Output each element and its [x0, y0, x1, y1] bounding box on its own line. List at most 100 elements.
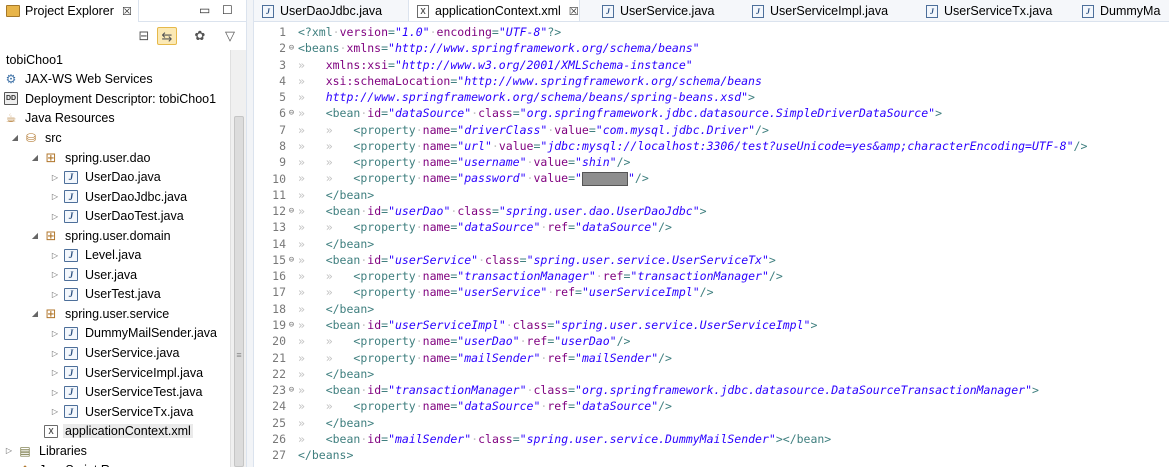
expand-icon[interactable]: ▷ — [50, 349, 60, 358]
code-line[interactable]: 8 » » <property·name="url"·value="jdbc:my… — [254, 138, 1169, 154]
focus-on-active-task-button[interactable]: ✿ — [190, 27, 210, 45]
code-line[interactable]: 13» » <property·name="dataSource"·ref="d… — [254, 219, 1169, 235]
tree-item[interactable]: ▷ J UserDaoJdbc.java — [50, 187, 189, 207]
tree-item[interactable]: ▷ J UserServiceImpl.java — [50, 363, 205, 383]
editor-tab[interactable]: J DummyMa — [1074, 0, 1160, 21]
code-token: /> — [699, 285, 714, 300]
collapse-icon[interactable]: ◢ — [30, 231, 40, 240]
expand-icon[interactable]: ▷ — [50, 368, 60, 377]
expand-icon[interactable]: ▷ — [50, 251, 60, 260]
code-line[interactable]: 21» » <property·name="mailSender"·ref="m… — [254, 349, 1169, 365]
code-line[interactable]: 3 » xmlns:xsi="http://www.w3.org/2001/XML… — [254, 57, 1169, 73]
code-line[interactable]: 16 » » <property·name="transactionManager… — [254, 268, 1169, 284]
fold-toggle-icon[interactable]: ⊖ — [286, 206, 297, 216]
fold-toggle-icon[interactable]: ⊖ — [286, 385, 297, 395]
expand-icon[interactable]: ▷ — [50, 173, 60, 182]
tree-item[interactable]: ◢ ⊞ spring.user.service — [30, 304, 171, 324]
tree-item[interactable]: ⚙ JAX-WS Web Services — [4, 70, 155, 90]
code-line[interactable]: 14 » </bean> — [254, 236, 1169, 252]
view-menu-button[interactable]: ▽ — [220, 27, 240, 45]
tree-item[interactable]: ▷ J UserDaoTest.java — [50, 206, 186, 226]
code-line[interactable]: 5 » http://www.springframework.org/schema… — [254, 89, 1169, 105]
tree-item[interactable]: tobiChoo1 — [4, 50, 65, 70]
code-line[interactable]: 17» » <property·name="userService"·ref="… — [254, 284, 1169, 300]
tree-item-label: Level.java — [85, 248, 142, 263]
tree-item[interactable]: DD Deployment Descriptor: tobiChoo1 — [4, 89, 218, 109]
tree-item[interactable]: ▷ J UserDao.java — [50, 167, 163, 187]
code-line[interactable]: 10» » <property·name="password"·value=" "… — [254, 170, 1169, 186]
close-icon[interactable]: ☒ — [122, 5, 132, 18]
collapse-icon[interactable]: ◢ — [30, 153, 40, 162]
code-editor[interactable]: 1 <?xml·version="1.0"·encoding="UTF-8"?> 2… — [254, 24, 1169, 467]
fold-toggle-icon[interactable]: ⊖ — [286, 43, 297, 53]
tree-item[interactable]: ◢ ⊞ spring.user.dao — [30, 148, 152, 168]
fold-toggle-icon[interactable]: ⊖ — [286, 255, 297, 265]
code-line[interactable]: 4 » xsi:schemaLocation="http://www.spring… — [254, 73, 1169, 89]
collapse-icon[interactable]: ◢ — [10, 133, 20, 142]
code-token: = — [519, 252, 527, 267]
code-token: > — [699, 204, 707, 219]
code-token: "spring.user.service.DummyMailSender" — [519, 431, 776, 446]
tab-project-explorer[interactable]: Project Explorer ☒ — [0, 0, 139, 22]
tree-item[interactable]: ☕ Java Resources — [4, 109, 117, 129]
expand-icon[interactable]: ▷ — [50, 212, 60, 221]
tree-item[interactable]: XapplicationContext.xml — [30, 421, 193, 441]
close-icon[interactable]: ☒ — [569, 5, 579, 18]
code-token: · — [415, 220, 423, 235]
code-line[interactable]: 27 </beans> — [254, 447, 1169, 463]
code-line[interactable]: 7» » <property·name="driverClass"·value=… — [254, 122, 1169, 138]
editor-tab[interactable]: J UserDaoJdbc.java — [254, 0, 382, 21]
tree-item[interactable]: ▷ J UserServiceTx.java — [50, 402, 195, 422]
code-line[interactable]: 22 » </bean> — [254, 366, 1169, 382]
maximize-view-button[interactable]: ☐ — [222, 3, 233, 17]
panel-sash[interactable] — [246, 0, 254, 467]
code-line[interactable]: 15 ⊖» <bean·id="userService"·class="sprin… — [254, 252, 1169, 268]
explorer-scrollbar[interactable]: ≡ — [230, 50, 246, 467]
code-token: "com.mysql.jdbc.Driver" — [595, 122, 756, 137]
code-line[interactable]: 1 <?xml·version="1.0"·encoding="UTF-8"?> — [254, 24, 1169, 40]
expand-icon[interactable]: ▷ — [50, 290, 60, 299]
fold-toggle-icon[interactable]: ⊖ — [286, 108, 297, 118]
tree-item[interactable]: ▷ J Level.java — [50, 246, 143, 266]
code-line[interactable]: 20 » » <property·name="userDao"·ref="user… — [254, 333, 1169, 349]
tree-item[interactable]: ▷ J UserService.java — [50, 343, 181, 363]
code-line[interactable]: 9» » <property·name="username"·value="sh… — [254, 154, 1169, 170]
tree-item[interactable]: ▷ J UserServiceTest.java — [50, 382, 204, 402]
tree-item[interactable]: ◢ ⛁ src — [10, 128, 64, 148]
editor-tab[interactable]: J UserServiceImpl.java — [744, 0, 888, 21]
code-token: </bean> — [325, 366, 375, 381]
code-line[interactable]: 23 ⊖» <bean·id="transactionManager"·class… — [254, 382, 1169, 398]
editor-tab[interactable]: XapplicationContext.xml ☒ — [408, 0, 580, 21]
tree-item-label: UserServiceTx.java — [85, 404, 194, 419]
code-line[interactable]: 2 ⊖ <beans·xmlns="http://www.springframewo… — [254, 40, 1169, 56]
link-with-editor-button[interactable]: ⇆ — [157, 27, 177, 45]
code-line[interactable]: 18 » </bean> — [254, 301, 1169, 317]
expand-icon[interactable]: ▷ — [50, 270, 60, 279]
collapse-all-button[interactable]: ⊟ — [134, 27, 154, 45]
expand-icon[interactable]: ▷ — [50, 388, 60, 397]
fold-toggle-icon[interactable]: ⊖ — [286, 320, 297, 330]
code-token: = — [491, 25, 499, 40]
minimize-view-button[interactable]: ▭ — [199, 3, 210, 17]
editor-tab[interactable]: J UserService.java — [594, 0, 714, 21]
code-line[interactable]: 24» » <property·name="dataSource"·ref="d… — [254, 398, 1169, 414]
expand-icon[interactable]: ▷ — [50, 329, 60, 338]
expand-icon[interactable]: ▷ — [4, 446, 14, 455]
explorer-scrollbar-thumb[interactable] — [234, 116, 244, 467]
tree-item[interactable]: ▷ J UserTest.java — [50, 285, 163, 305]
code-line[interactable]: 26» <bean·id="mailSender"·class="spring.… — [254, 431, 1169, 447]
code-line[interactable]: 6 ⊖» <bean·id="dataSource"·class="org.spr… — [254, 105, 1169, 121]
code-line[interactable]: 12 ⊖» <bean·id="userDao"·class="spring.us… — [254, 203, 1169, 219]
tree-item[interactable]: ◢ ⊞ spring.user.domain — [30, 226, 173, 246]
expand-icon[interactable]: ▷ — [50, 192, 60, 201]
tree-item[interactable]: ▷ ▤ Libraries — [4, 441, 89, 461]
code-line[interactable]: 25 » </bean> — [254, 414, 1169, 430]
code-line[interactable]: 11 » </bean> — [254, 187, 1169, 203]
collapse-icon[interactable]: ◢ — [30, 309, 40, 318]
code-line[interactable]: 19 ⊖» <bean·id="userServiceImpl"·class="s… — [254, 317, 1169, 333]
tree-item[interactable]: ▷❖JavaScript Resources — [4, 461, 163, 467]
tree-item[interactable]: ▷ J DummyMailSender.java — [50, 324, 219, 344]
editor-tab[interactable]: J UserServiceTx.java — [918, 0, 1052, 21]
expand-icon[interactable]: ▷ — [50, 407, 60, 416]
tree-item[interactable]: ▷ J User.java — [50, 265, 139, 285]
